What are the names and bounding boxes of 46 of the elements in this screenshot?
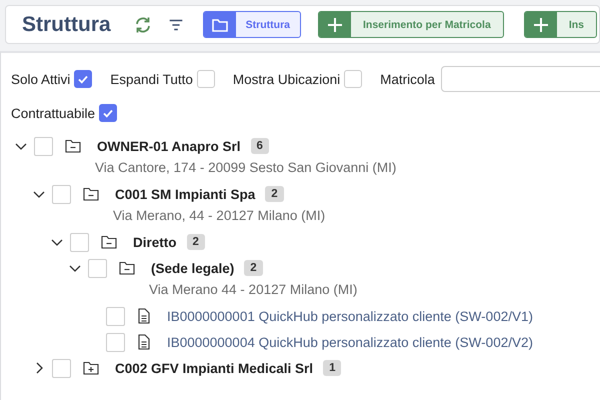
filter-label: Espandi Tutto	[110, 72, 193, 86]
node-label[interactable]: C001 SM Impianti Spa	[115, 186, 256, 202]
filter-checkbox[interactable]	[196, 70, 215, 88]
count-badge: 2	[244, 260, 263, 276]
tree-checkbox[interactable]	[88, 258, 107, 278]
node-label[interactable]: C002 GFV Impianti Medicali Srl	[115, 360, 314, 376]
count-badge: 6	[250, 138, 269, 154]
tree-checkbox[interactable]	[70, 232, 89, 252]
count-badge: 1	[323, 360, 342, 376]
item-label[interactable]: IB0000000001 QuickHub personalizzato cliente (SW-002/V1)	[167, 308, 533, 324]
node-address: Via Merano, 44 - 20127 Milano (MI)	[113, 207, 326, 225]
tree-checkbox[interactable]	[52, 184, 71, 204]
tree-checkbox[interactable]	[106, 306, 125, 326]
filter-checkbox[interactable]	[99, 104, 118, 122]
folder-minus-icon	[119, 261, 135, 275]
document-icon	[137, 308, 151, 324]
folder-plus-icon	[83, 361, 99, 375]
node-address: Via Merano 44 - 20127 Milano (MI)	[149, 281, 358, 299]
node-address: Via Cantore, 174 - 20099 Sesto San Giovanni (MI)	[95, 159, 398, 177]
folder-icon	[212, 18, 228, 32]
tree-checkbox[interactable]	[52, 358, 71, 378]
node-label[interactable]: Diretto	[133, 234, 176, 250]
filter-checkbox[interactable]	[74, 70, 92, 88]
count-badge: 2	[265, 186, 284, 202]
filter-checkbox[interactable]	[344, 70, 362, 88]
tree-checkbox[interactable]	[34, 136, 53, 156]
filter-label: Contrattuabile	[11, 106, 96, 120]
item-label[interactable]: IB0000000004 QuickHub personalizzato cliente (SW-002/V2)	[167, 334, 533, 350]
filter-label: Solo Attivi	[11, 72, 70, 86]
plus-icon	[327, 16, 344, 32]
document-icon	[137, 334, 151, 350]
folder-minus-icon	[83, 187, 99, 201]
checkmark-icon	[102, 107, 114, 119]
plus-icon	[532, 16, 549, 32]
node-label[interactable]: OWNER-01 Anapro Srl	[97, 138, 241, 154]
struttura-view-button[interactable]: Struttura	[202, 11, 302, 38]
matricola-label: Matricola	[380, 72, 435, 86]
matricola-field[interactable]	[440, 66, 600, 92]
filter-label: Mostra Ubicazioni	[232, 72, 340, 86]
folder-minus-icon	[101, 235, 117, 249]
node-label[interactable]: (Sede legale)	[151, 260, 234, 276]
folder-minus-icon	[65, 139, 81, 153]
tree-checkbox[interactable]	[106, 332, 125, 352]
checkmark-icon	[77, 73, 90, 85]
page-title: Struttura	[22, 12, 111, 36]
count-badge: 2	[186, 234, 205, 250]
